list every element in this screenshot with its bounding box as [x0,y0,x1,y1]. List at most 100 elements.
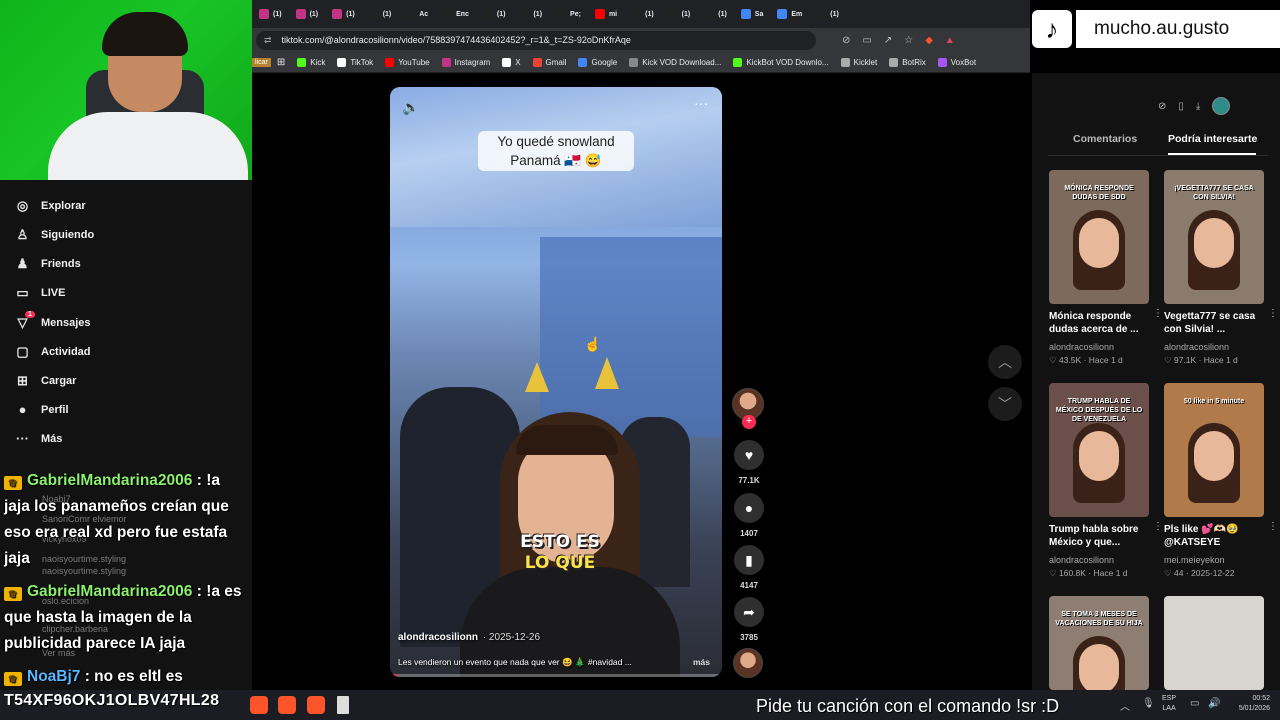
network-icon[interactable]: ▭ [1190,698,1199,709]
next-video-button[interactable]: ﹀ [988,387,1022,421]
browser-tab[interactable]: mi [588,0,624,28]
video-thumbnail[interactable]: TRUMP HABLA DE MÉXICO DESPUÉS DE LO DE V… [1049,383,1149,517]
card-title[interactable]: Mónica responde dudas acerca de ... [1049,310,1145,336]
phone-icon[interactable]: ▯ [1178,101,1184,112]
brave-shield-icon[interactable]: ◆ [925,35,933,46]
sidebar-item-friends[interactable]: ♟ Friends [14,256,81,272]
like-button[interactable]: ♥ [734,440,764,470]
browser-tab[interactable]: (1) [362,0,399,28]
bookmark-item[interactable]: Gmail [527,57,573,67]
watermark-handle: mucho.au.gusto [1076,10,1280,48]
share-icon[interactable]: ↗ [884,35,892,46]
sidebar-item-actividad[interactable]: ▢ Actividad [14,344,90,360]
bookmark-item[interactable]: Kick [291,57,331,67]
tab-title: Епс [456,10,469,18]
bookmark-favicon-icon [937,57,947,67]
microphone-icon[interactable]: 🎙 [1142,698,1155,709]
video-thumbnail[interactable] [1164,596,1264,690]
download-icon[interactable]: ⤓ [1196,101,1200,112]
comment-button[interactable]: ● [734,493,764,523]
video-player[interactable]: 🔈 ··· Yo quedé snowland Panamá 🇵🇦 😅 ESTO… [390,87,722,677]
card-author[interactable]: alondracosilionn [1049,342,1114,352]
video-author[interactable]: alondracosilionn · 2025-12-26 [398,632,540,643]
brave-taskbar-icon[interactable] [250,696,268,714]
browser-tab[interactable]: Sa [734,0,771,28]
description-more-link[interactable]: más [693,657,710,667]
bookmark-item[interactable]: VoxBot [932,57,982,67]
video-progress-bar[interactable] [390,674,722,677]
tray-chevron-icon[interactable]: ︿ [1120,698,1130,713]
browser-tab[interactable]: (1) [624,0,661,28]
sidebar-item-perfil[interactable]: ● Perfil [14,402,69,417]
brave-rewards-icon[interactable]: ▲ [945,35,955,46]
browser-tab[interactable]: (1) [661,0,698,28]
brave-taskbar-icon-3[interactable] [307,696,325,714]
card-title[interactable]: Trump habla sobre México y que... [1049,523,1145,549]
sidebar-item-explorar[interactable]: ◎ Explorar [14,198,86,214]
card-more-icon[interactable]: ⋮ [1153,308,1163,319]
browser-tab[interactable]: (1) [476,0,513,28]
file-taskbar-icon[interactable] [337,696,349,714]
previous-video-button[interactable]: ︿ [988,345,1022,379]
tab-comentarios[interactable]: Comentarios [1073,133,1137,145]
site-info-icon[interactable]: ⇄ [264,35,272,46]
bookmark-item[interactable]: Kick VOD Download... [623,57,727,67]
bookmark-item[interactable]: Kicklet [835,57,884,67]
tab-title: (1) [496,10,506,18]
tab-podria-interesarte[interactable]: Podría interesarte [1168,133,1257,145]
volume-icon[interactable]: 🔈 [402,99,419,116]
card-author[interactable]: alondracosilionn [1049,555,1114,565]
bookmark-star-icon[interactable]: ☆ [904,35,913,46]
apps-grid-icon[interactable]: ⊞ [271,57,291,68]
video-thumbnail[interactable]: 50 like in 5 minute [1164,383,1264,517]
bookmark-label: X [515,57,521,67]
bookmark-item[interactable]: BotRix [883,57,932,67]
url-field[interactable]: ⇄ tiktok.com/@alondracosilionn/video/758… [256,30,816,50]
system-clock[interactable]: 00:52 5/01/2026 [1228,694,1270,714]
save-button[interactable]: ▮ [734,545,764,575]
video-thumbnail[interactable]: SE TOMA 3 MESES DE VACACIONES DE SU HIJA [1049,596,1149,690]
bookmark-item[interactable]: KickBot VOD Downlo... [727,57,834,67]
browser-tab[interactable]: (1) [512,0,549,28]
sidebar-item-cargar[interactable]: ⊞ Cargar [14,373,76,389]
browser-tab[interactable]: Em [770,0,809,28]
cast-icon[interactable]: ▭ [862,35,871,46]
bookmark-item[interactable]: Google [572,57,623,67]
browser-tab[interactable]: (1) [252,0,289,28]
sidebar-item-ms[interactable]: ··· Más [14,431,62,446]
video-author-name[interactable]: alondracosilionn [398,632,478,643]
follow-plus-icon[interactable]: + [742,415,756,429]
browser-tab[interactable]: Ас [398,0,435,28]
compass-small-icon[interactable]: ⊘ [1158,101,1166,112]
sidebar-item-mensajes[interactable]: ▽ 1 Mensajes [14,311,91,331]
video-thumbnail[interactable]: ¡VEGETTA777 SE CASA CON SILVIA! [1164,170,1264,304]
browser-tab[interactable]: (1) [289,0,326,28]
language-indicator[interactable]: ESP LAA [1162,694,1176,714]
volume-tray-icon[interactable]: 🔊 [1208,698,1220,709]
browser-tab[interactable]: (1) [809,0,846,28]
card-author[interactable]: alondracosilionn [1164,342,1229,352]
browser-tab[interactable]: Pe; [549,0,588,28]
card-title[interactable]: Pls like 💕🫶🏻🥹 @KATSEYE [1164,523,1260,549]
bookmark-item[interactable]: X [496,57,526,67]
bookmark-item[interactable]: Instagram [436,57,497,67]
translate-icon[interactable]: ⊘ [842,35,850,46]
browser-tab[interactable]: Епс [435,0,476,28]
share-button[interactable]: ➦ [734,597,764,627]
card-more-icon[interactable]: ⋮ [1153,521,1163,532]
video-thumbnail[interactable]: MÓNICA RESPONDE DUDAS DE SDD [1049,170,1149,304]
sidebar-item-live[interactable]: ▭ LIVE [14,285,65,301]
sound-disc-icon[interactable] [733,648,763,678]
bookmark-item[interactable]: TikTok [331,57,379,67]
bookmark-item[interactable]: YouTube [379,57,435,67]
browser-tab[interactable]: (1) [325,0,362,28]
browser-tab[interactable]: (1) [697,0,734,28]
user-avatar[interactable] [1212,97,1231,115]
video-menu-icon[interactable]: ··· [694,95,708,111]
card-title[interactable]: Vegetta777 se casa con Silvia! ... [1164,310,1260,336]
card-more-icon[interactable]: ⋮ [1268,308,1278,319]
sidebar-item-siguiendo[interactable]: ♙ Siguiendo [14,227,95,243]
card-author[interactable]: mei.meieyekon [1164,555,1225,565]
brave-taskbar-icon-2[interactable] [278,696,296,714]
card-more-icon[interactable]: ⋮ [1268,521,1278,532]
